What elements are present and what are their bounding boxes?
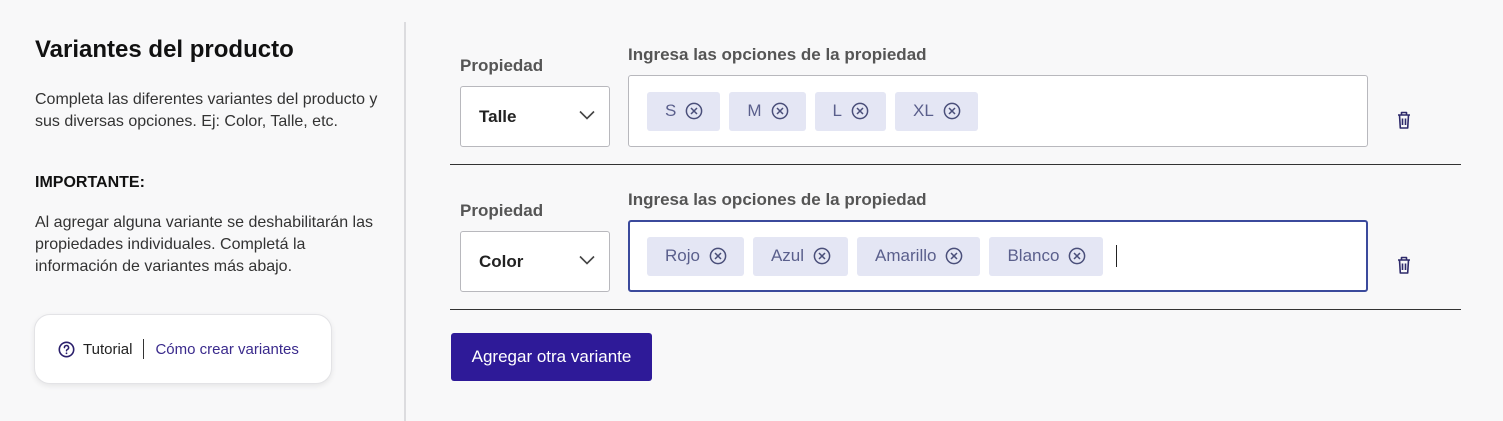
property-select-value: Color xyxy=(479,251,524,271)
page-title: Variantes del producto xyxy=(35,36,294,63)
option-chip: S xyxy=(647,91,721,131)
remove-chip-icon[interactable] xyxy=(945,247,963,265)
property-select[interactable]: Color xyxy=(460,231,610,292)
row-divider xyxy=(450,309,1461,310)
option-chip: XL xyxy=(894,91,978,131)
add-variant-button[interactable]: Agregar otra variante xyxy=(451,333,652,381)
tutorial-separator xyxy=(143,339,145,359)
trash-icon[interactable] xyxy=(1394,254,1414,276)
row-divider xyxy=(450,164,1461,165)
options-label: Ingresa las opciones de la propiedad xyxy=(628,45,927,64)
property-label: Propiedad xyxy=(460,56,544,75)
tutorial-link[interactable]: Cómo crear variantes xyxy=(155,341,298,358)
trash-icon[interactable] xyxy=(1394,109,1414,131)
options-tag-input[interactable]: Rojo Azul Amarillo Blanco xyxy=(628,220,1368,292)
panel-divider xyxy=(404,22,406,421)
remove-chip-icon[interactable] xyxy=(771,102,789,120)
remove-chip-icon[interactable] xyxy=(709,247,727,265)
remove-chip-icon[interactable] xyxy=(851,102,869,120)
option-chip-label: M xyxy=(747,101,762,120)
option-chip: L xyxy=(814,91,886,131)
remove-chip-icon[interactable] xyxy=(1068,247,1086,265)
options-tag-input[interactable]: S M L XL xyxy=(628,75,1368,147)
option-chip-label: Blanco xyxy=(1007,246,1060,265)
option-chip-label: Azul xyxy=(770,246,805,265)
property-label: Propiedad xyxy=(460,201,544,220)
property-select-value: Talle xyxy=(479,106,517,126)
chevron-down-icon xyxy=(579,255,595,265)
options-label: Ingresa las opciones de la propiedad xyxy=(628,190,927,209)
remove-chip-icon[interactable] xyxy=(685,102,703,120)
option-chip-label: Rojo xyxy=(665,246,700,265)
important-label: IMPORTANTE: xyxy=(35,174,145,191)
property-select[interactable]: Talle xyxy=(460,86,610,147)
text-cursor xyxy=(1116,245,1118,267)
option-chip: M xyxy=(729,91,806,131)
tutorial-card: Tutorial Cómo crear variantes xyxy=(34,314,332,384)
option-chip: Rojo xyxy=(647,236,744,276)
tutorial-label: Tutorial xyxy=(83,340,133,358)
option-chip-label: XL xyxy=(912,101,934,120)
panel-note: Al agregar alguna variante se deshabilit… xyxy=(35,214,373,275)
option-chip: Amarillo xyxy=(857,236,981,276)
option-chip-label: Amarillo xyxy=(875,246,937,265)
remove-chip-icon[interactable] xyxy=(813,247,831,265)
chevron-down-icon xyxy=(579,110,595,120)
option-chip: Blanco xyxy=(989,236,1104,276)
remove-chip-icon[interactable] xyxy=(943,102,961,120)
option-chip: Azul xyxy=(752,236,849,276)
help-circle-icon xyxy=(58,341,75,358)
option-chip-label: L xyxy=(832,101,842,120)
sidebar-panel: Variantes del producto Completa las dife… xyxy=(0,0,405,421)
option-chip-label: S xyxy=(665,101,677,120)
panel-description: Completa las diferentes variantes del pr… xyxy=(35,91,378,130)
